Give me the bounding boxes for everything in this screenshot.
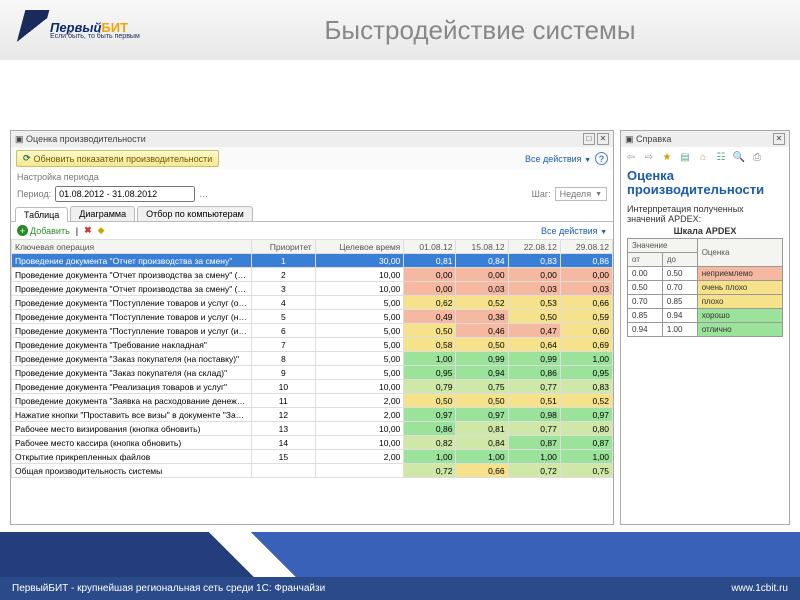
window-title: Оценка производительности [26,134,146,144]
table-row[interactable]: Нажатие кнопки "Проставить все визы" в д… [12,408,613,422]
table-row[interactable]: Проведение документа "Отчет производства… [12,268,613,282]
table-row[interactable]: Проведение документа "Заявка на расходов… [12,394,613,408]
help-window: ▣ Справка ✕ ⇦ ⇨ ★ ▤ ⌂ ☷ 🔍 ⎙ Оценка произ… [620,130,790,525]
all-actions-menu[interactable]: Все действия ▼ [525,154,591,164]
refresh-icon: ⟳ [23,153,31,164]
help-close-icon[interactable]: ✕ [773,133,785,145]
scale-row: 0.700.85плохо [628,294,783,308]
col-header[interactable]: 15.08.12 [456,240,508,254]
table-row[interactable]: Проведение документа "Заказ покупателя (… [12,366,613,380]
period-input[interactable] [55,186,195,202]
col-header[interactable]: Целевое время [315,240,404,254]
step-select[interactable]: Неделя▼ [555,187,607,201]
nav-back-icon[interactable]: ⇦ [624,150,638,164]
slide-header: ПервыйБИТ Если быть, то быть первым Быст… [0,0,800,60]
help-window-icon: ▣ [625,134,634,145]
settings-icon[interactable]: ◆ [98,225,105,236]
maximize-icon[interactable]: □ [583,133,595,145]
search-icon[interactable]: 🔍 [732,150,746,164]
main-title-bar: ▣ Оценка производительности □ ✕ [11,131,613,147]
tab-table[interactable]: Таблица [15,207,68,222]
scale-row: 0.850.94хорошо [628,308,783,322]
performance-table[interactable]: Ключевая операцияПриоритетЦелевое время0… [11,239,613,524]
slide-footer: ПервыйБИТ - крупнейшая региональная сеть… [0,532,800,600]
footer-url: www.1cbit.ru [731,583,788,594]
period-picker-icon[interactable]: … [199,189,208,199]
table-row[interactable]: Проведение документа "Заказ покупателя (… [12,352,613,366]
table-row[interactable]: Открытие прикрепленных файлов152,001,001… [12,450,613,464]
step-label: Шаг: [532,189,551,199]
tab-filter-computers[interactable]: Отбор по компьютерам [137,206,253,221]
col-header[interactable]: 01.08.12 [404,240,456,254]
close-icon[interactable]: ✕ [597,133,609,145]
table-row[interactable]: Рабочее место кассира (кнопка обновить)1… [12,436,613,450]
scale-row: 0.500.70очень плохо [628,280,783,294]
table-row[interactable]: Проведение документа "Поступление товаро… [12,310,613,324]
scale-row: 0.000.50неприемлемо [628,266,783,280]
all-actions-table[interactable]: Все действия ▼ [541,226,607,236]
footer-text: ПервыйБИТ - крупнейшая региональная сеть… [12,583,325,594]
table-row[interactable]: Рабочее место визирования (кнопка обнови… [12,422,613,436]
tree-icon[interactable]: ☷ [714,150,728,164]
refresh-button[interactable]: ⟳ Обновить показатели производительности [16,150,219,167]
print-icon[interactable]: ⎙ [750,150,764,164]
delete-button[interactable]: ✖ [84,225,92,236]
table-row[interactable]: Проведение документа "Требование накладн… [12,338,613,352]
col-header[interactable]: 22.08.12 [508,240,560,254]
nav-fwd-icon[interactable]: ⇨ [642,150,656,164]
table-row[interactable]: Общая производительность системы0,720,66… [12,464,613,478]
col-header[interactable]: Ключевая операция [12,240,252,254]
table-row[interactable]: Проведение документа "Отчет производства… [12,254,613,268]
tab-diagram[interactable]: Диаграмма [70,206,135,221]
home-icon[interactable]: ⌂ [696,150,710,164]
slide-title: Быстродействие системы [180,15,780,46]
main-window: ▣ Оценка производительности □ ✕ ⟳ Обнови… [10,130,614,525]
toc-icon[interactable]: ▤ [678,150,692,164]
col-header[interactable]: Приоритет [252,240,316,254]
app-icon: ▣ [15,134,24,145]
apdex-scale-table: ЗначениеОценка отдо 0.000.50неприемлемо0… [627,238,783,337]
logo: ПервыйБИТ Если быть, то быть первым [20,5,180,55]
period-section-label: Настройка периода [11,170,613,184]
scale-row: 0.941.00отлично [628,322,783,336]
table-row[interactable]: Проведение документа "Поступление товаро… [12,324,613,338]
apdex-scale-title: Шкала APDEX [627,226,783,236]
plus-icon: + [17,225,28,236]
help-heading: Оценка производительности [621,167,789,200]
col-header[interactable]: 29.08.12 [560,240,612,254]
help-icon[interactable]: ? [595,152,608,165]
table-row[interactable]: Проведение документа "Реализация товаров… [12,380,613,394]
help-window-title: Справка [636,134,671,144]
add-button[interactable]: +Добавить [17,225,70,236]
help-toolbar: ⇦ ⇨ ★ ▤ ⌂ ☷ 🔍 ⎙ [621,147,789,167]
period-label: Период: [17,189,51,199]
table-row[interactable]: Проведение документа "Поступление товаро… [12,296,613,310]
table-row[interactable]: Проведение документа "Отчет производства… [12,282,613,296]
star-icon[interactable]: ★ [660,150,674,164]
help-desc: Интерпретация полученных значений APDEX: [627,204,783,224]
